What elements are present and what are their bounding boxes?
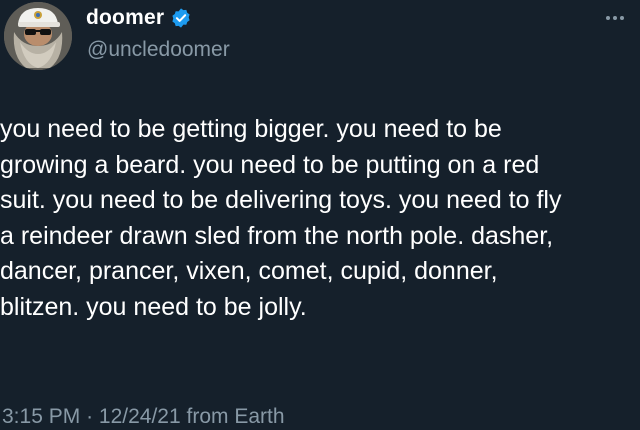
- tweet-text: you need to be getting bigger. you need …: [0, 112, 640, 325]
- tweet-card: doomer @uncledoomer you need to be getti…: [0, 0, 640, 430]
- tweet-meta: 3:15 PM · 12/24/21 from Earth: [2, 405, 285, 429]
- tweet-text-line: dancer, prancer, vixen, comet, cupid, do…: [0, 257, 498, 285]
- display-name[interactable]: doomer: [86, 6, 164, 30]
- tweet-text-line: blitzen. you need to be jolly.: [0, 292, 307, 321]
- meta-separator: ·: [86, 405, 94, 428]
- avatar[interactable]: [4, 2, 72, 70]
- tweet-date[interactable]: 12/24/21: [99, 405, 181, 428]
- tweet-time[interactable]: 3:15 PM: [2, 405, 80, 428]
- dot-icon: [606, 16, 610, 20]
- tweet-text-line: growing a beard. you need to be putting …: [0, 150, 540, 179]
- dot-icon: [620, 16, 624, 20]
- user-handle[interactable]: @uncledoomer: [87, 38, 230, 62]
- more-options-icon[interactable]: [606, 12, 630, 24]
- name-row: doomer: [86, 6, 192, 30]
- tweet-text-line: a reindeer drawn sled from the north pol…: [0, 221, 554, 250]
- tweet-source: from Earth: [186, 405, 285, 428]
- dot-icon: [613, 16, 617, 20]
- verified-badge-icon: [172, 8, 190, 28]
- tweet-text-line: suit. you need to be delivering toys. yo…: [0, 186, 562, 214]
- tweet-text-line: you need to be getting bigger. you need …: [0, 115, 502, 143]
- avatar-image: [4, 2, 72, 70]
